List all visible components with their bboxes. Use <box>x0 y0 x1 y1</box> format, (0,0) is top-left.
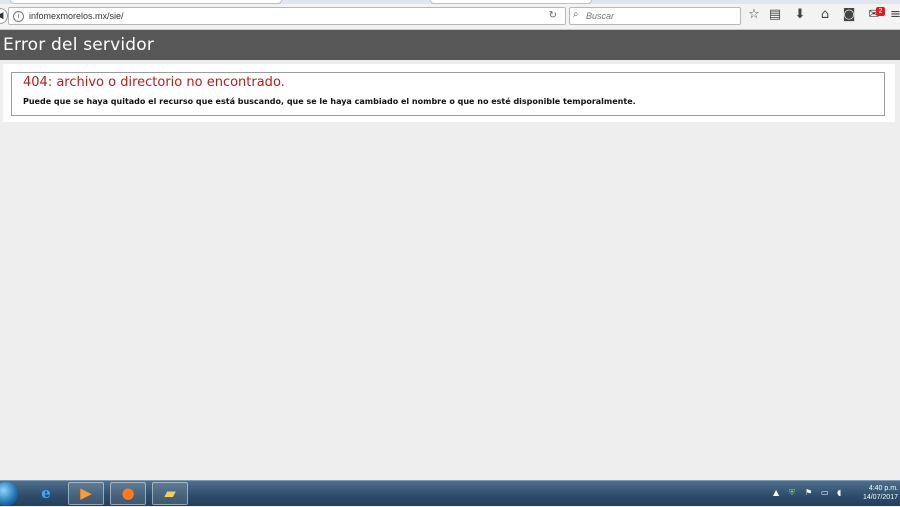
network-icon[interactable]: ▭ <box>821 488 829 497</box>
content-panel: 404: archivo o directorio no encontrado.… <box>3 64 895 122</box>
url-text: infomexmorelos.mx/sie/ <box>29 11 124 21</box>
folder-icon: ▰ <box>164 484 176 502</box>
reload-icon[interactable]: ↻ <box>549 10 557 21</box>
system-tray: ▲ ⛨ ⚑ ▭ ◖ 4:40 p.m. 14/07/2017 <box>765 481 900 507</box>
start-button[interactable] <box>0 482 24 506</box>
error-message: Puede que se haya quitado el recurso que… <box>23 97 636 106</box>
page-header: Error del servidor <box>0 30 900 60</box>
page-title: Error del servidor <box>3 35 155 55</box>
notification-badge: 2 <box>876 7 885 16</box>
taskbar-ie[interactable]: e <box>28 482 64 505</box>
download-icon[interactable]: ⬇ <box>792 7 808 23</box>
library-icon[interactable]: ▤ <box>767 7 783 23</box>
error-title: 404: archivo o directorio no encontrado. <box>23 75 285 90</box>
taskbar-firefox[interactable]: ● <box>110 482 146 505</box>
search-placeholder: Buscar <box>586 11 615 21</box>
clock-date: 14/07/2017 <box>862 494 898 501</box>
info-icon[interactable]: i <box>13 11 24 22</box>
taskbar: e ▶ ● ▰ ▲ ⛨ ⚑ ▭ ◖ 4:40 p.m. 14/07/2017 <box>0 480 900 506</box>
media-player-icon: ▶ <box>80 484 92 502</box>
star-icon[interactable]: ☆ <box>746 7 762 23</box>
browser-toolbar: ◀ i infomexmorelos.mx/sie/ ↻ ⌕ Buscar ☆ … <box>0 0 900 30</box>
tab-other[interactable] <box>430 0 592 4</box>
windows-icon <box>0 482 18 506</box>
internet-explorer-icon: e <box>41 484 51 502</box>
pocket-icon[interactable]: ◙ <box>841 7 857 23</box>
home-icon[interactable]: ⌂ <box>817 7 833 23</box>
clock[interactable]: 4:40 p.m. 14/07/2017 <box>854 484 898 502</box>
menu-icon[interactable]: ≡ <box>890 7 900 23</box>
back-arrow-icon[interactable]: ◀ <box>0 8 8 24</box>
firefox-icon: ● <box>121 484 135 502</box>
taskbar-explorer[interactable]: ▰ <box>152 482 188 505</box>
tab-active[interactable] <box>10 0 282 4</box>
volume-icon[interactable]: ◖ <box>837 488 841 497</box>
show-hidden-icons-icon[interactable]: ▲ <box>773 488 779 497</box>
clock-time: 4:40 p.m. <box>868 485 898 492</box>
search-icon: ⌕ <box>573 9 579 20</box>
error-box: 404: archivo o directorio no encontrado.… <box>11 72 885 116</box>
action-center-icon[interactable]: ⚑ <box>805 488 812 497</box>
tab-strip <box>0 0 900 4</box>
taskbar-media-player[interactable]: ▶ <box>68 482 104 505</box>
address-bar[interactable]: i infomexmorelos.mx/sie/ ↻ <box>8 7 566 25</box>
search-input[interactable]: ⌕ Buscar <box>569 7 741 25</box>
security-icon[interactable]: ⛨ <box>789 488 795 498</box>
